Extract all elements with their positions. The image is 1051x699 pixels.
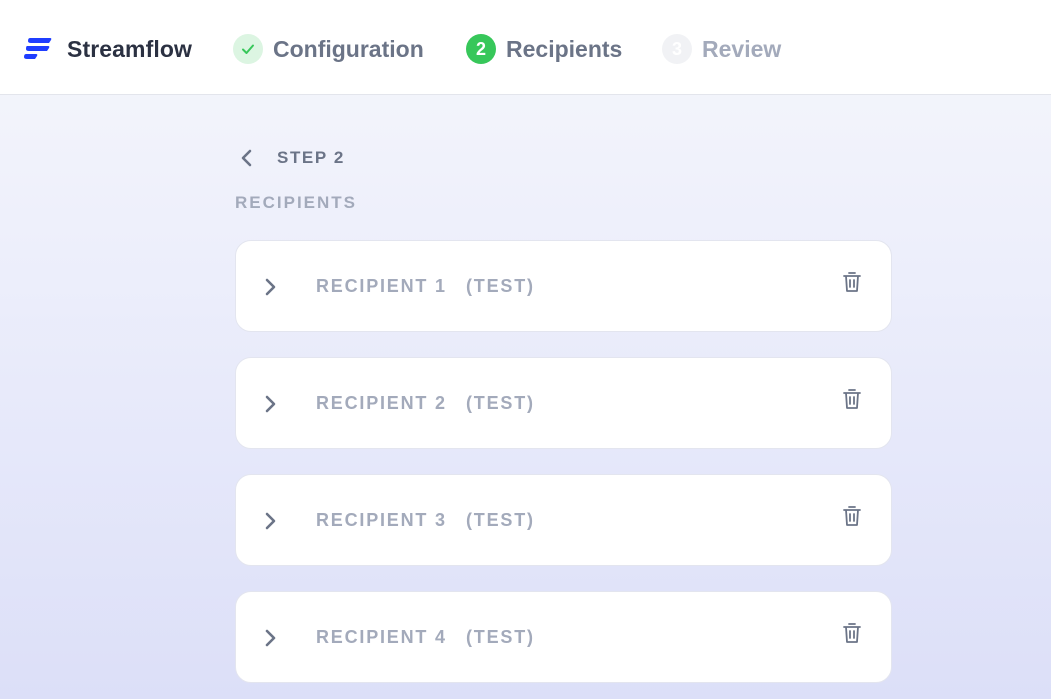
step-label: Configuration xyxy=(273,35,424,62)
chevron-right-icon[interactable] xyxy=(260,509,280,533)
trash-icon[interactable] xyxy=(841,504,863,528)
step-number-badge: 2 xyxy=(466,34,496,64)
top-navigation-bar: Streamflow Configuration 2 Recipients 3 … xyxy=(0,0,1051,95)
recipient-card[interactable]: RECIPIENT 3 (TEST) xyxy=(235,474,892,566)
chevron-left-icon[interactable] xyxy=(238,148,256,168)
trash-icon[interactable] xyxy=(841,621,863,645)
recipient-tag: (TEST) xyxy=(466,510,535,530)
recipient-title: RECIPIENT 4 xyxy=(316,627,447,647)
stepper-step-review[interactable]: 3 Review xyxy=(662,33,781,65)
check-icon xyxy=(242,44,254,54)
chevron-right-icon[interactable] xyxy=(260,275,280,299)
chevron-right-icon[interactable] xyxy=(260,626,280,650)
recipient-title: RECIPIENT 2 xyxy=(316,393,447,413)
trash-icon[interactable] xyxy=(841,270,863,294)
recipient-card[interactable]: RECIPIENT 2 (TEST) xyxy=(235,357,892,449)
step-indicator-label: STEP 2 xyxy=(277,148,345,167)
step-number-badge: 3 xyxy=(662,34,692,64)
recipient-card[interactable]: RECIPIENT 4 (TEST) xyxy=(235,591,892,683)
step-label: Review xyxy=(702,35,782,62)
chevron-right-icon[interactable] xyxy=(260,392,280,416)
recipient-card[interactable]: RECIPIENT 1 (TEST) xyxy=(235,240,892,332)
step-completed-badge xyxy=(233,34,263,64)
recipient-title: RECIPIENT 3 xyxy=(316,510,447,530)
trash-icon[interactable] xyxy=(841,387,863,411)
back-to-previous-step[interactable]: STEP 2 xyxy=(238,146,345,170)
step-label: Recipients xyxy=(506,35,623,62)
stepper-step-recipients[interactable]: 2 Recipients xyxy=(466,33,622,65)
streamflow-logo-icon xyxy=(24,38,52,59)
recipient-title: RECIPIENT 1 xyxy=(316,276,447,296)
recipient-tag: (TEST) xyxy=(466,276,535,296)
recipient-tag: (TEST) xyxy=(466,393,535,413)
brand-name: Streamflow xyxy=(67,36,192,62)
section-title: RECIPIENTS xyxy=(235,193,358,212)
stepper-step-configuration[interactable]: Configuration xyxy=(233,33,424,65)
recipient-tag: (TEST) xyxy=(466,627,535,647)
